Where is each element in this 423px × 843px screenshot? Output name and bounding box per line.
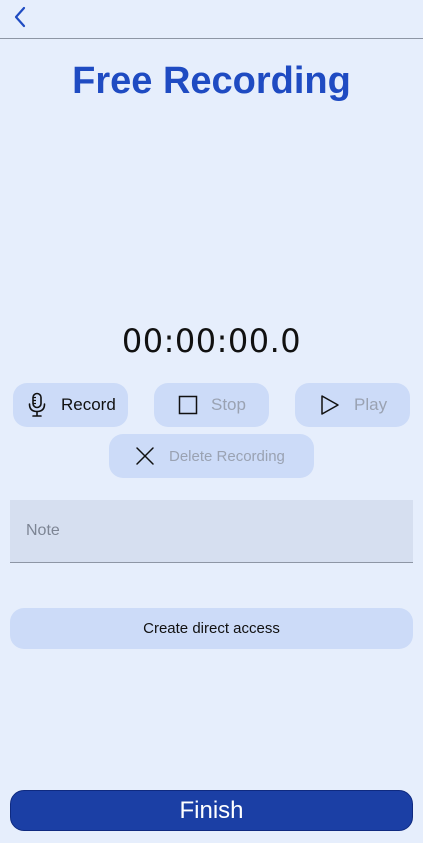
stop-button[interactable]: Stop (154, 383, 269, 427)
note-field-container (10, 500, 413, 563)
delete-recording-label: Delete Recording (169, 447, 285, 465)
microphone-icon (26, 392, 48, 418)
delete-recording-button[interactable]: Delete Recording (109, 434, 314, 478)
record-label: Record (61, 395, 116, 414)
finish-label: Finish (179, 796, 244, 824)
finish-button[interactable]: Finish (10, 790, 413, 831)
stop-square-icon (178, 395, 198, 415)
play-button[interactable]: Play (295, 383, 410, 427)
recording-timer: 00:00:00.0 (121, 322, 302, 360)
chevron-left-icon (14, 6, 26, 28)
page-title: Free Recording (72, 60, 351, 102)
stop-label: Stop (211, 395, 246, 414)
create-direct-access-label: Create direct access (143, 620, 280, 637)
create-direct-access-button[interactable]: Create direct access (10, 608, 413, 649)
play-label: Play (354, 395, 388, 414)
play-triangle-icon (320, 394, 340, 416)
note-input[interactable] (10, 500, 413, 562)
record-button[interactable]: Record (13, 383, 128, 427)
back-button[interactable] (8, 4, 32, 30)
close-x-icon (135, 446, 155, 466)
navigation-bar (0, 0, 423, 39)
